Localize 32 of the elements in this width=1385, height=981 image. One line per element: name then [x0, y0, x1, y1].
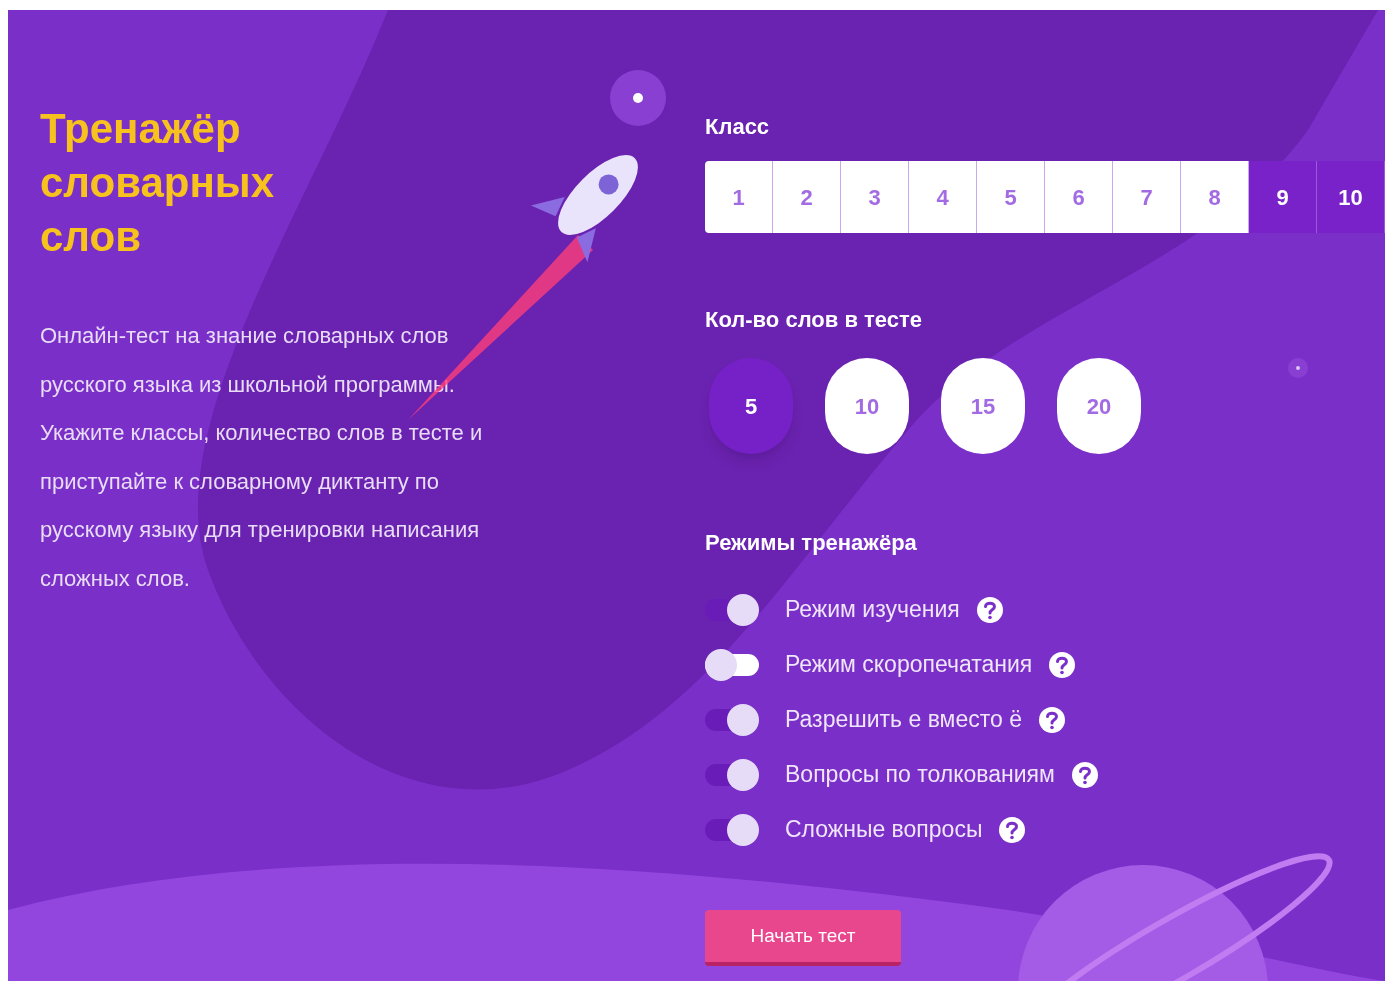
- word-count-label: Кол-во слов в тесте: [705, 306, 923, 334]
- grade-label: Класс: [705, 113, 771, 141]
- toggle-switch[interactable]: [705, 593, 759, 626]
- word-count-option[interactable]: 20: [1057, 358, 1141, 454]
- grade-option[interactable]: 9: [1249, 161, 1317, 233]
- help-icon[interactable]: [1048, 650, 1077, 679]
- help-icon[interactable]: [975, 595, 1004, 624]
- mode-label: Режим скоропечатания: [785, 650, 1033, 680]
- grade-option[interactable]: 6: [1045, 161, 1113, 233]
- toggle-switch[interactable]: [705, 648, 759, 681]
- word-count-option[interactable]: 15: [941, 358, 1025, 454]
- grade-option[interactable]: 8: [1181, 161, 1249, 233]
- grade-option[interactable]: 10: [1317, 161, 1385, 233]
- grade-option[interactable]: 2: [773, 161, 841, 233]
- help-icon[interactable]: [998, 815, 1027, 844]
- mode-label: Разрешить е вместо ё: [785, 705, 1022, 735]
- mode-label: Вопросы по толкованиям: [785, 760, 1055, 790]
- toggle-switch[interactable]: [705, 813, 759, 846]
- start-test-button[interactable]: Начать тест: [705, 910, 901, 966]
- help-icon[interactable]: [1070, 760, 1099, 789]
- grade-option[interactable]: 7: [1113, 161, 1181, 233]
- modes-label: Режимы тренажёра: [705, 529, 918, 557]
- grade-option[interactable]: 5: [977, 161, 1045, 233]
- grade-option[interactable]: 4: [909, 161, 977, 233]
- page-title: Тренажёр словарных слов: [40, 104, 275, 262]
- mode-label: Сложные вопросы: [785, 815, 983, 845]
- toggle-switch[interactable]: [705, 703, 759, 736]
- grade-option[interactable]: 3: [841, 161, 909, 233]
- grade-option[interactable]: 1: [705, 161, 773, 233]
- help-icon[interactable]: [1037, 705, 1066, 734]
- toggle-switch[interactable]: [705, 758, 759, 791]
- mode-label: Режим изучения: [785, 595, 960, 625]
